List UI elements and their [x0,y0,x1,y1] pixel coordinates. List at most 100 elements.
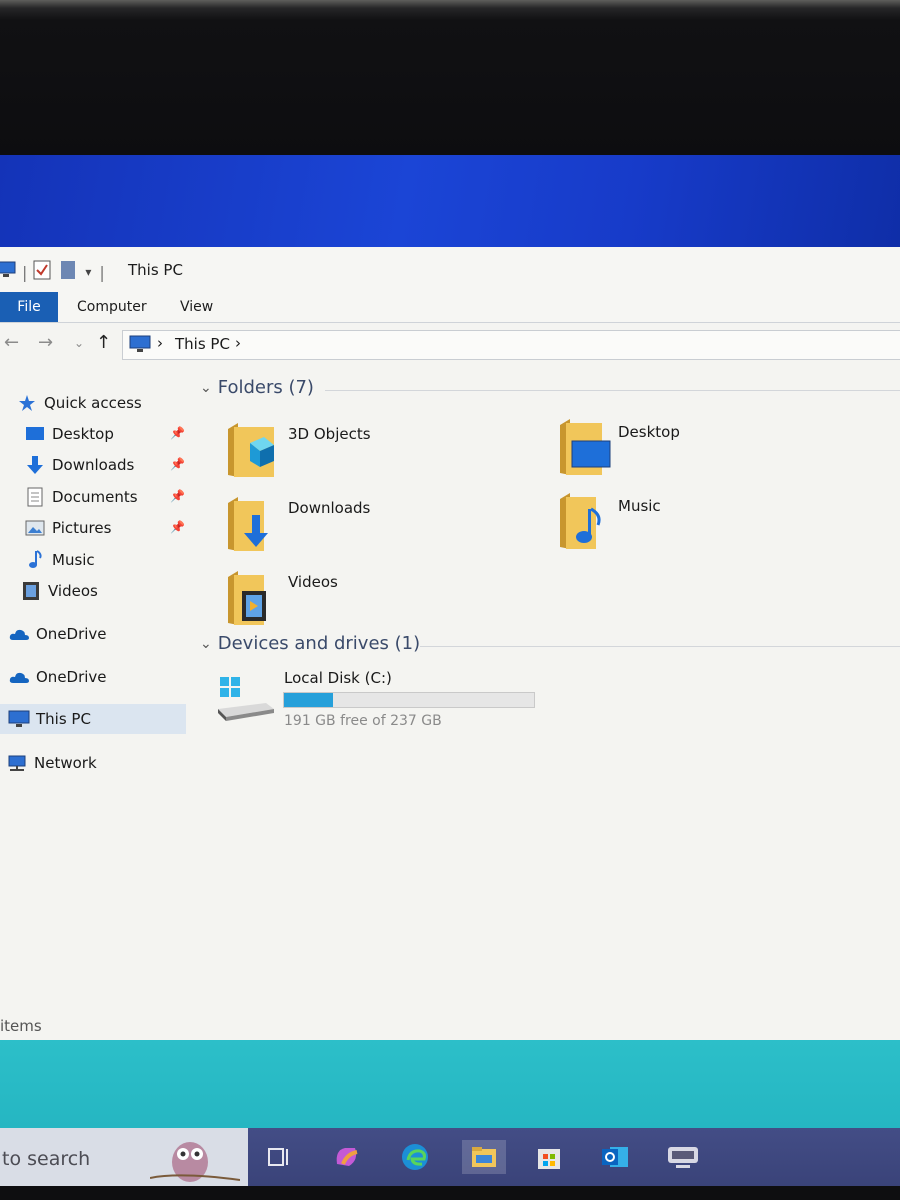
folder-label: Desktop [618,423,680,441]
download-arrow-icon [24,455,46,475]
folders-group-title: Folders (7) [217,377,314,398]
pin-icon[interactable]: 📌 [170,457,185,471]
devices-group-title: Devices and drives (1) [217,633,421,654]
properties-icon[interactable] [33,260,51,284]
cloud-icon [8,624,30,644]
3d-objects-folder-icon [228,423,274,477]
address-bar[interactable]: › This PC › [122,330,900,360]
drive-label: Local Disk (C:) [284,669,392,687]
downloads-folder-icon [228,497,268,551]
tab-computer[interactable]: Computer [77,292,147,322]
status-bar-text: items [0,1017,42,1035]
videos-folder-icon [228,571,266,625]
devices-group-header[interactable]: ⌄ Devices and drives (1) [200,633,420,654]
document-icon [24,487,46,507]
drive-local-disk-c[interactable]: Local Disk (C:) 191 GB free of 237 GB [216,667,556,737]
sidebar-item-quick-access[interactable]: Quick access [16,388,202,418]
desktop-background-lower [0,1040,900,1128]
store-icon[interactable] [532,1140,566,1174]
sidebar-item-label: Documents [52,488,138,506]
breadcrumb-separator: › [157,334,163,352]
sidebar-item-videos[interactable]: Videos [20,576,206,606]
computer-icon [129,335,151,357]
file-explorer-window: | ▾ | This PC File Computer View ← → ⌄ ↑… [0,247,900,1040]
drive-free-space: 191 GB free of 237 GB [284,713,442,729]
sidebar-item-label: OneDrive [36,625,107,643]
sidebar-item-label: Network [34,754,97,772]
sidebar-item-label: OneDrive [36,668,107,686]
pin-icon[interactable]: 📌 [170,426,185,440]
customize-toolbar-icon[interactable]: ▾ [85,265,91,279]
film-icon [20,581,42,601]
toolbar-separator: | [99,262,105,282]
owl-search-highlight-icon [150,1142,240,1182]
taskbar-search-box[interactable]: to search [0,1128,248,1186]
tab-file[interactable]: File [0,292,58,322]
folder-label: Videos [288,573,338,591]
task-view-icon[interactable] [262,1140,296,1174]
network-icon [6,753,28,773]
music-note-icon [24,550,46,570]
chevron-down-icon: ⌄ [200,635,212,652]
star-icon [16,393,38,413]
pin-icon[interactable]: 📌 [170,489,185,503]
breadcrumb-this-pc[interactable]: This PC [175,335,230,353]
breadcrumb-separator[interactable]: › [235,334,241,352]
windows-drive-icon [218,677,274,721]
sidebar-item-this-pc[interactable]: This PC [0,704,186,734]
recent-locations-chevron-icon[interactable]: ⌄ [74,336,84,350]
title-bar: | ▾ | This PC [0,247,900,292]
folders-group-header[interactable]: ⌄ Folders (7) [200,377,314,398]
app-icon[interactable] [666,1140,700,1174]
monitor-bezel-bottom [0,1186,900,1200]
sidebar-item-onedrive[interactable]: OneDrive [8,619,194,649]
forward-arrow-icon[interactable]: → [38,332,53,353]
navigation-pane: Quick access Desktop 📌 Downloads 📌 Docum… [0,365,190,1025]
desktop-background [0,155,900,247]
new-folder-icon[interactable] [61,260,76,284]
up-arrow-icon[interactable]: ↑ [96,332,111,353]
folder-desktop[interactable]: Desktop [558,417,878,481]
ribbon-tabs: File Computer View [0,292,900,323]
sidebar-item-label: Quick access [44,394,142,412]
file-explorer-icon[interactable] [462,1140,506,1174]
back-arrow-icon[interactable]: ← [4,332,19,353]
toolbar-separator: | [22,262,28,282]
sidebar-item-label: Desktop [52,425,114,443]
folder-videos[interactable]: Videos [224,567,544,631]
computer-icon [8,709,30,729]
computer-icon[interactable] [0,261,16,283]
pin-icon[interactable]: 📌 [170,520,185,534]
folder-label: 3D Objects [288,425,371,443]
folder-label: Music [618,497,661,515]
outlook-icon[interactable] [598,1140,632,1174]
group-divider [420,646,900,647]
monitor-bezel-top [0,0,900,155]
folder-downloads[interactable]: Downloads [224,493,544,557]
folder-label: Downloads [288,499,371,517]
music-folder-icon [560,493,601,549]
sidebar-item-label: This PC [36,710,91,728]
copilot-icon[interactable] [330,1140,364,1174]
pictures-icon [24,518,46,538]
desktop-folder-icon [560,419,611,475]
edge-icon[interactable] [398,1140,432,1174]
taskbar: to search [0,1128,900,1186]
sidebar-item-label: Downloads [52,456,135,474]
drive-usage-fill [284,693,333,707]
navigation-bar: ← → ⌄ ↑ › This PC › [0,323,900,365]
sidebar-item-label: Pictures [52,519,112,537]
tab-view[interactable]: View [180,292,213,322]
sidebar-item-onedrive[interactable]: OneDrive [8,662,194,692]
sidebar-item-music[interactable]: Music [24,545,210,575]
folder-3d-objects[interactable]: 3D Objects [224,419,544,483]
sidebar-item-network[interactable]: Network [6,748,192,778]
quick-access-toolbar: | ▾ | [0,260,105,284]
group-divider [325,390,900,391]
search-placeholder: to search [2,1148,91,1170]
sidebar-item-label: Music [52,551,95,569]
drive-usage-bar [283,692,535,708]
folder-music[interactable]: Music [558,491,878,555]
content-pane: ⌄ Folders (7) 3D Objects Desktop Downloa… [190,365,900,1025]
desktop-icon [24,424,46,444]
